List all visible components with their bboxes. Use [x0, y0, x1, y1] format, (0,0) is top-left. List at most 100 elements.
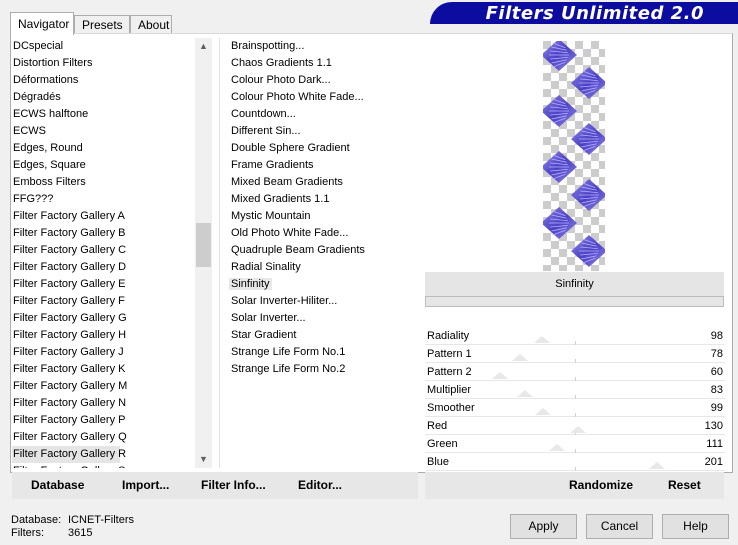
category-item[interactable]: Filter Factory Gallery Q	[12, 429, 197, 446]
category-item[interactable]: Filter Factory Gallery N	[12, 395, 197, 412]
slider-smoother[interactable]: Smoother 99	[425, 399, 725, 417]
slider-pattern-1[interactable]: Pattern 1 78	[425, 345, 725, 363]
import-button[interactable]: Import...	[122, 472, 169, 499]
slider-value: 83	[710, 384, 723, 396]
filter-item-label: Frame Gradients	[231, 159, 314, 171]
filter-item[interactable]: Sinfinity	[220, 276, 417, 293]
category-item[interactable]: Filter Factory Gallery S	[12, 463, 197, 468]
category-item[interactable]: Filter Factory Gallery H	[12, 327, 197, 344]
filter-item[interactable]: Radial Sinality	[220, 259, 417, 276]
preview-area	[420, 38, 728, 271]
filter-item[interactable]: Star Gradient	[220, 327, 417, 344]
scroll-up-icon[interactable]: ▲	[195, 38, 212, 55]
slider-multiplier[interactable]: Multiplier 83	[425, 381, 725, 399]
category-item[interactable]: Filter Factory Gallery B	[12, 225, 197, 242]
cancel-button[interactable]: Cancel	[586, 514, 653, 539]
filter-item[interactable]: Frame Gradients	[220, 157, 417, 174]
category-item[interactable]: DCspecial	[12, 38, 197, 55]
filter-item[interactable]: Strange Life Form No.2	[220, 361, 417, 378]
filter-item[interactable]: Solar Inverter...	[220, 310, 417, 327]
parameter-sliders: Radiality 98 Pattern 1 78 Pattern 2 60 Multipl…	[425, 327, 725, 471]
slider-radiality[interactable]: Radiality 98	[425, 327, 725, 345]
tab-navigator[interactable]: Navigator	[10, 12, 74, 35]
filter-item[interactable]: Countdown...	[220, 106, 417, 123]
filter-item[interactable]: Chaos Gradients 1.1	[220, 55, 417, 72]
help-button[interactable]: Help	[662, 514, 729, 539]
slider-thumb[interactable]	[512, 354, 528, 361]
database-button[interactable]: Database	[31, 472, 84, 499]
category-item[interactable]: Emboss Filters	[12, 174, 197, 191]
filter-item[interactable]: Mixed Gradients 1.1	[220, 191, 417, 208]
category-item[interactable]: Filter Factory Gallery M	[12, 378, 197, 395]
database-label: Database:	[11, 514, 62, 526]
filter-item-label: Solar Inverter...	[231, 312, 306, 324]
category-scrollbar[interactable]: ▲ ▼	[195, 38, 212, 468]
filter-item[interactable]: Brainspotting...	[220, 38, 417, 55]
filter-item-label: Mystic Mountain	[231, 210, 311, 222]
filter-item[interactable]: Mixed Beam Gradients	[220, 174, 417, 191]
slider-thumb[interactable]	[549, 444, 565, 451]
slider-red[interactable]: Red 130	[425, 417, 725, 435]
scroll-thumb[interactable]	[196, 223, 211, 267]
category-item[interactable]: ECWS	[12, 123, 197, 140]
category-item[interactable]: Filter Factory Gallery R	[12, 446, 126, 463]
filter-list[interactable]: Brainspotting... Chaos Gradients 1.1 Colou…	[219, 38, 417, 468]
slider-value: 130	[704, 420, 723, 432]
filter-item[interactable]: Colour Photo White Fade...	[220, 89, 417, 106]
database-info: Database: ICNET-Filters Filters: 3615	[11, 514, 134, 540]
slider-green[interactable]: Green 111	[425, 435, 725, 453]
filter-item[interactable]: Solar Inverter-Hiliter...	[220, 293, 417, 310]
category-item[interactable]: Filter Factory Gallery F	[12, 293, 197, 310]
slider-value: 99	[710, 402, 723, 414]
filter-item[interactable]: Double Sphere Gradient	[220, 140, 417, 157]
preset-toolbar: Randomize Reset	[425, 472, 724, 499]
filter-item-label: Colour Photo Dark...	[231, 74, 331, 86]
filter-item[interactable]: Mystic Mountain	[220, 208, 417, 225]
scroll-down-icon[interactable]: ▼	[195, 451, 212, 468]
filter-item-label: Brainspotting...	[231, 40, 305, 52]
category-item[interactable]: ECWS halftone	[12, 106, 197, 123]
category-item[interactable]: FFG???	[12, 191, 197, 208]
category-item[interactable]: Edges, Square	[12, 157, 197, 174]
slider-thumb[interactable]	[535, 408, 551, 415]
app-banner: Filters Unlimited 2.0	[430, 2, 738, 24]
category-item[interactable]: Déformations	[12, 72, 197, 89]
slider-thumb[interactable]	[534, 336, 550, 343]
filter-item-label: Double Sphere Gradient	[231, 142, 350, 154]
category-item[interactable]: Filter Factory Gallery G	[12, 310, 197, 327]
filter-item[interactable]: Old Photo White Fade...	[220, 225, 417, 242]
reset-button[interactable]: Reset	[668, 472, 701, 499]
category-item[interactable]: Filter Factory Gallery P	[12, 412, 197, 429]
filter-item-label: Sinfinity	[229, 278, 272, 290]
slider-blue[interactable]: Blue 201	[425, 453, 725, 471]
category-item[interactable]: Filter Factory Gallery K	[12, 361, 197, 378]
slider-thumb[interactable]	[649, 462, 665, 469]
category-item[interactable]: Edges, Round	[12, 140, 197, 157]
filter-item[interactable]: Strange Life Form No.1	[220, 344, 417, 361]
category-item[interactable]: Filter Factory Gallery D	[12, 259, 197, 276]
filter-item[interactable]: Different Sin...	[220, 123, 417, 140]
category-list[interactable]: DCspecial Distortion Filters Déformations D…	[12, 38, 197, 468]
apply-button[interactable]: Apply	[510, 514, 577, 539]
category-item[interactable]: Filter Factory Gallery J	[12, 344, 197, 361]
category-item[interactable]: Filter Factory Gallery E	[12, 276, 197, 293]
editor-button[interactable]: Editor...	[298, 472, 342, 499]
tab-about[interactable]: About	[130, 15, 172, 34]
tab-presets[interactable]: Presets	[74, 15, 130, 34]
category-item[interactable]: Filter Factory Gallery A	[12, 208, 197, 225]
slider-label: Multiplier	[427, 384, 472, 396]
filter-info-button[interactable]: Filter Info...	[201, 472, 266, 499]
filter-item-label: Solar Inverter-Hiliter...	[231, 295, 338, 307]
filter-item-label: Quadruple Beam Gradients	[231, 244, 365, 256]
category-item[interactable]: Dégradés	[12, 89, 197, 106]
randomize-button[interactable]: Randomize	[569, 472, 633, 499]
slider-pattern-2[interactable]: Pattern 2 60	[425, 363, 725, 381]
slider-thumb[interactable]	[492, 372, 508, 379]
category-item[interactable]: Filter Factory Gallery C	[12, 242, 197, 259]
filter-item[interactable]: Quadruple Beam Gradients	[220, 242, 417, 259]
slider-value: 78	[710, 348, 723, 360]
slider-thumb[interactable]	[517, 390, 533, 397]
filter-item[interactable]: Colour Photo Dark...	[220, 72, 417, 89]
slider-thumb[interactable]	[570, 426, 586, 433]
category-item[interactable]: Distortion Filters	[12, 55, 197, 72]
